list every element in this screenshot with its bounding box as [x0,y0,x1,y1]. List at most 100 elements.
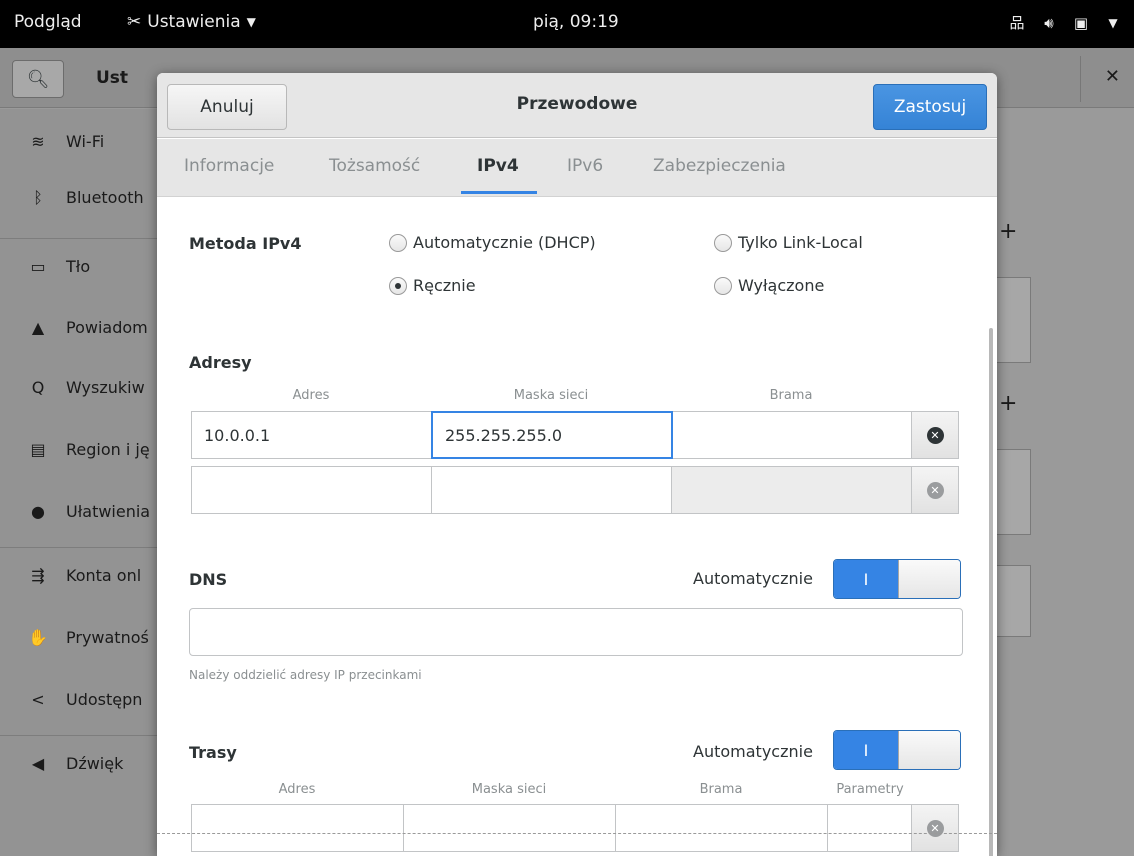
dialog-title: Przewodowe [516,94,638,114]
sidebar-item-label: Prywatnoś [66,627,149,647]
panel-box [991,565,1031,637]
background-icon: ▭ [30,256,46,276]
clock[interactable]: pią, 09:19 [533,12,619,32]
region-icon: ▤ [30,439,46,459]
dns-servers-input[interactable] [189,608,963,656]
sidebar-item-label: Region i ję [66,439,150,459]
radio-button [389,233,407,252]
switch-knob [898,560,960,598]
tab-security[interactable]: Zabezpieczenia [653,156,786,176]
radio-label: Automatycznie (DHCP) [413,233,596,252]
column-header-gateway: Brama [769,388,813,403]
volume-icon: 🔊︎ [1044,13,1054,32]
privacy-icon: ✋ [28,627,48,647]
tab-ipv6[interactable]: IPv6 [567,156,603,176]
switch-on-indicator: I [834,731,898,769]
tab-details[interactable]: Informacje [184,156,274,176]
radio-manual[interactable]: Ręcznie [389,276,476,295]
app-menu-label: Ustawienia [147,12,241,32]
radio-button [714,233,732,252]
sound-icon: ◀ [31,753,45,773]
column-header-address: Adres [292,388,330,403]
address-input[interactable] [191,466,433,514]
switch-knob [898,731,960,769]
app-menu[interactable]: ✂ Ustawienia ▼ [127,12,256,32]
sidebar-item-label: Tło [66,256,91,276]
close-icon[interactable]: ✕ [1105,66,1120,87]
column-header-metric: Parametry [836,782,904,797]
tools-icon: ✂ [127,12,142,32]
dns-auto-label: Automatycznie [693,569,813,588]
gateway-input[interactable] [671,411,913,459]
route-address-input[interactable] [191,804,405,852]
delete-route-button: ✕ [911,804,959,852]
sidebar-item-label: Wyszukiw [66,377,145,397]
wifi-icon: ≋ [31,131,45,151]
active-tab-indicator [461,191,537,194]
scroll-edge-indicator [157,833,997,834]
radio-link-local[interactable]: Tylko Link-Local [714,233,863,252]
radio-button [714,276,732,295]
sidebar-item-label: Udostępn [66,689,143,709]
column-header-netmask: Maska sieci [513,388,589,403]
sidebar-item-label: Powiadom [66,317,148,337]
tab-bar: Informacje Tożsamość IPv4 IPv6 Zabezpiec… [157,139,997,197]
close-icon: ✕ [926,426,944,444]
dns-auto-switch[interactable]: I [833,559,961,599]
settings-title: Ust [96,68,129,88]
address-input[interactable]: 10.0.0.1 [191,411,433,459]
chevron-down-icon: ▼ [1108,15,1118,30]
sidebar-item-label: Ułatwienia [66,501,151,521]
online-accounts-icon: ⇶ [31,565,45,585]
activities-button[interactable]: Podgląd [14,12,82,32]
apply-button[interactable]: Zastosuj [873,84,987,130]
panel-box [991,277,1031,363]
add-icon[interactable]: + [999,391,1017,416]
search-button[interactable]: 🔍︎ [12,60,64,98]
radio-label: Tylko Link-Local [738,233,863,252]
column-header-address: Adres [278,782,316,797]
tab-ipv4[interactable]: IPv4 [477,156,519,176]
routes-auto-switch[interactable]: I [833,730,961,770]
bluetooth-icon: ᛒ [33,187,43,207]
scrollbar[interactable] [989,328,993,856]
share-icon: < [31,689,45,709]
delete-address-button: ✕ [911,466,959,514]
routes-auto-label: Automatycznie [693,742,813,761]
search-icon: 🔍︎ [26,68,50,90]
netmask-input[interactable]: 255.255.255.0 [431,411,673,459]
dialog-header: Anuluj Przewodowe Zastosuj [157,73,997,138]
panel-box [991,449,1031,535]
switch-on-indicator: I [834,560,898,598]
delete-address-button[interactable]: ✕ [911,411,959,459]
accessibility-icon: ● [31,501,45,521]
network-wired-icon: 品 [1009,14,1025,32]
sidebar-item-label: Konta onl [66,565,142,585]
add-icon[interactable]: + [999,219,1017,244]
sidebar-item-label: Bluetooth [66,187,144,207]
sidebar-item-label: Dźwięk [66,753,124,773]
top-bar: Podgląd ✂ Ustawienia ▼ pią, 09:19 品 🔊︎ ▣… [0,0,1134,48]
ipv4-page: Metoda IPv4 Automatycznie (DHCP) Tylko L… [157,198,997,856]
dns-hint: Należy oddzielić adresy IP przecinkami [189,668,422,682]
route-gateway-input[interactable] [615,804,829,852]
bell-icon: ▲ [31,317,45,337]
tab-identity[interactable]: Tożsamość [329,156,420,176]
radio-label: Wyłączone [738,276,825,295]
wired-connection-dialog: Anuluj Przewodowe Zastosuj Informacje To… [157,73,997,856]
header-separator [1080,56,1081,102]
ipv4-method-label: Metoda IPv4 [189,234,302,253]
radio-disabled[interactable]: Wyłączone [714,276,824,295]
radio-dhcp[interactable]: Automatycznie (DHCP) [389,233,596,252]
route-metric-input[interactable] [827,804,913,852]
system-menu[interactable]: 品 🔊︎ ▣ ▼ [1008,12,1122,33]
column-header-netmask: Maska sieci [471,782,547,797]
radio-button [389,276,407,295]
radio-label: Ręcznie [413,276,476,295]
dns-label: DNS [189,570,228,589]
routes-label: Trasy [189,743,237,762]
netmask-input[interactable] [431,466,673,514]
column-header-gateway: Brama [699,782,743,797]
close-icon: ✕ [926,481,944,499]
route-netmask-input[interactable] [403,804,617,852]
